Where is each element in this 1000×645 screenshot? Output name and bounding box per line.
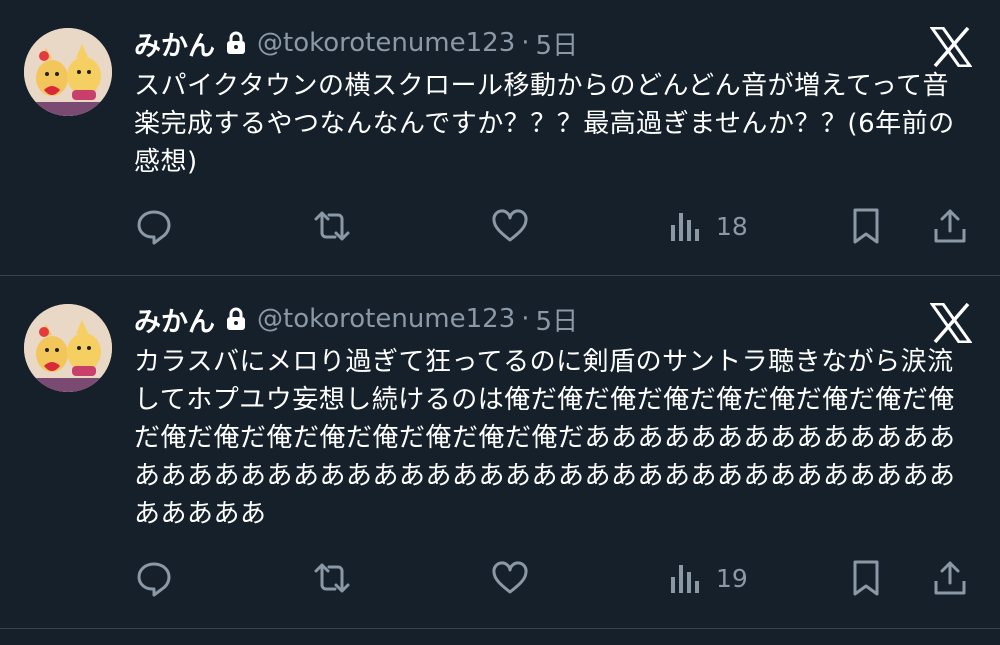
tweet-actions: 19 <box>0 552 1000 602</box>
tweet-card[interactable]: みかん @tokorotenume123 · 5日 スパイクタウンの横スクロール… <box>0 0 1000 275</box>
retweet-icon <box>314 211 350 241</box>
retweet-button[interactable] <box>312 558 352 598</box>
user-handle[interactable]: @tokorotenume123 <box>257 28 515 58</box>
views-count: 18 <box>716 211 748 241</box>
timestamp[interactable]: 5日 <box>536 301 579 338</box>
avatar[interactable] <box>24 304 112 392</box>
views-icon <box>671 213 699 241</box>
reply-button[interactable] <box>134 206 174 246</box>
avatar[interactable] <box>24 28 112 116</box>
reply-icon <box>137 562 171 597</box>
user-handle[interactable]: @tokorotenume123 <box>257 304 515 334</box>
share-button[interactable] <box>930 206 970 246</box>
share-button[interactable] <box>930 558 970 598</box>
tweet-text: カラスバにメロり過ぎて狂ってるのに剣盾のサントラ聴きながら涙流してホプユウ妄想し… <box>134 347 956 529</box>
views-button[interactable]: 18 <box>668 206 778 246</box>
tweet-header: みかん @tokorotenume123 · 5日 <box>134 24 579 63</box>
retweet-button[interactable] <box>312 206 352 246</box>
bookmark-button[interactable] <box>846 558 886 598</box>
lock-icon <box>225 31 247 55</box>
bookmark-icon <box>853 560 879 596</box>
separator-dot: · <box>521 28 530 58</box>
tweet-actions: 18 <box>0 200 1000 250</box>
bookmark-icon <box>853 208 879 244</box>
divider <box>0 628 1000 629</box>
display-name[interactable]: みかん <box>134 300 215 339</box>
tweet-text: スパイクタウンの横スクロール移動からのどんどん音が増えてって音楽完成するやつなん… <box>134 71 955 177</box>
avatar-image <box>24 28 112 116</box>
reply-button[interactable] <box>134 558 174 598</box>
like-icon <box>492 561 528 594</box>
retweet-icon <box>314 563 350 593</box>
bookmark-button[interactable] <box>846 206 886 246</box>
separator-dot: · <box>521 304 530 334</box>
tweet-header: みかん @tokorotenume123 · 5日 <box>134 300 579 339</box>
views-button[interactable]: 19 <box>668 558 778 598</box>
like-button[interactable] <box>490 206 530 246</box>
share-icon <box>934 561 966 595</box>
like-button[interactable] <box>490 558 530 598</box>
x-logo-icon <box>929 302 973 344</box>
views-count: 19 <box>716 563 748 593</box>
views-icon <box>671 565 699 593</box>
tweet-card[interactable]: みかん @tokorotenume123 · 5日 カラスバにメロり過ぎて狂って… <box>0 276 1000 629</box>
share-icon <box>934 209 966 243</box>
avatar-image <box>24 304 112 392</box>
timestamp[interactable]: 5日 <box>536 25 579 62</box>
reply-icon <box>137 210 171 245</box>
display-name[interactable]: みかん <box>134 24 215 63</box>
lock-icon <box>225 307 247 331</box>
like-icon <box>492 209 528 242</box>
x-logo-icon <box>929 26 973 68</box>
